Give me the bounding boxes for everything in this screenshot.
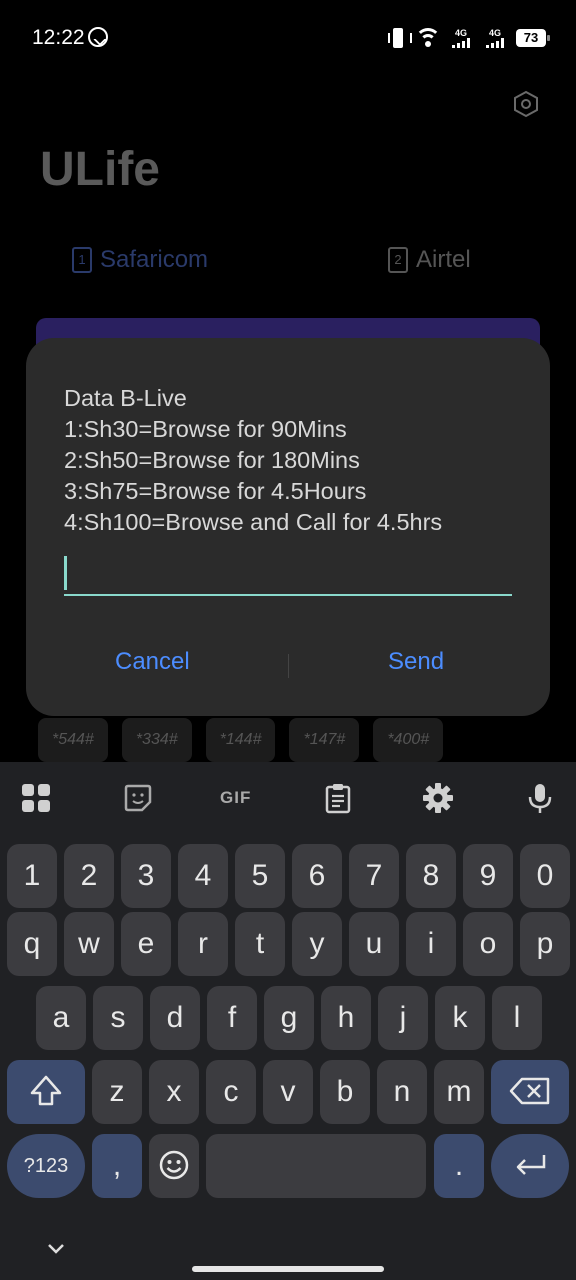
key-x[interactable]: x [149, 1060, 199, 1124]
ussd-code-chip[interactable]: *147# [289, 718, 360, 762]
key-u[interactable]: u [349, 912, 399, 976]
message-line: 2:Sh50=Browse for 180Mins [64, 447, 360, 473]
cancel-button[interactable]: Cancel [115, 648, 190, 676]
key-s[interactable]: s [93, 986, 143, 1050]
key-5[interactable]: 5 [235, 844, 285, 908]
key-6[interactable]: 6 [292, 844, 342, 908]
key-7[interactable]: 7 [349, 844, 399, 908]
key-t[interactable]: t [235, 912, 285, 976]
backspace-icon [509, 1077, 550, 1105]
key-d[interactable]: d [150, 986, 200, 1050]
message-line: 4:Sh100=Browse and Call for 4.5hrs [64, 509, 443, 535]
wifi-icon [416, 28, 440, 48]
tab-label: Safaricom [100, 246, 209, 273]
emoji-key[interactable] [149, 1134, 199, 1198]
tab-label: Airtel [416, 246, 471, 273]
message-line: Data B-Live [64, 385, 187, 411]
tab-safaricom[interactable]: 1 Safaricom [72, 246, 208, 274]
dialog-message: Data B-Live 1:Sh30=Browse for 90Mins 2:S… [64, 383, 520, 538]
shift-arrow-icon [30, 1075, 62, 1106]
status-time: 12:22 [32, 26, 85, 49]
ussd-code-chip[interactable]: *334# [121, 718, 192, 762]
ussd-code-chip[interactable]: *544# [38, 718, 108, 762]
key-2[interactable]: 2 [64, 844, 114, 908]
key-b[interactable]: b [320, 1060, 370, 1124]
key-m[interactable]: m [434, 1060, 484, 1124]
key-4[interactable]: 4 [178, 844, 228, 908]
signal-icon-sim1: 4G [448, 28, 474, 48]
key-y[interactable]: y [292, 912, 342, 976]
ussd-codes-row: *544# *334# *144# *147# *400# [38, 718, 444, 762]
key-q[interactable]: q [7, 912, 57, 976]
ussd-code-chip[interactable]: *400# [373, 718, 444, 762]
key-l[interactable]: l [492, 986, 542, 1050]
settings-hex-icon [514, 90, 538, 118]
key-g[interactable]: g [264, 986, 314, 1050]
ussd-dialog: Data B-Live 1:Sh30=Browse for 90Mins 2:S… [26, 338, 550, 716]
key-z[interactable]: z [92, 1060, 142, 1124]
key-j[interactable]: j [378, 986, 428, 1050]
sim-1-icon: 1 [72, 247, 92, 273]
key-i[interactable]: i [406, 912, 456, 976]
enter-key[interactable] [491, 1134, 569, 1198]
key-e[interactable]: e [121, 912, 171, 976]
period-key[interactable]: . [434, 1134, 484, 1198]
key-v[interactable]: v [263, 1060, 313, 1124]
status-bar: 12:22 4G 4G 73 [0, 0, 576, 76]
gif-button[interactable]: GIF [220, 788, 251, 808]
key-1[interactable]: 1 [7, 844, 57, 908]
key-o[interactable]: o [463, 912, 513, 976]
status-icons: 4G 4G 73 [388, 24, 550, 52]
sticker-icon[interactable] [122, 782, 154, 814]
emoji-icon [159, 1150, 189, 1180]
backspace-key[interactable] [491, 1060, 569, 1124]
key-c[interactable]: c [206, 1060, 256, 1124]
keyboard-toolbar: GIF [0, 762, 576, 830]
microphone-icon[interactable] [524, 782, 556, 814]
key-k[interactable]: k [435, 986, 485, 1050]
key-3[interactable]: 3 [121, 844, 171, 908]
message-line: 1:Sh30=Browse for 90Mins [64, 416, 347, 442]
clipboard-icon[interactable] [322, 782, 354, 814]
key-p[interactable]: p [520, 912, 570, 976]
space-bar[interactable] [206, 1134, 426, 1198]
key-w[interactable]: w [64, 912, 114, 976]
app-title: ULife [40, 143, 160, 196]
whatsapp-notification-icon [88, 27, 108, 47]
key-8[interactable]: 8 [406, 844, 456, 908]
network-type-label: 4G [488, 28, 501, 38]
enter-arrow-icon [516, 1155, 546, 1175]
battery-icon: 73 [516, 29, 550, 47]
symbols-key[interactable]: ?123 [7, 1134, 85, 1198]
ussd-code-chip[interactable]: *144# [205, 718, 276, 762]
dialog-actions: Cancel Send [26, 648, 550, 684]
key-a[interactable]: a [36, 986, 86, 1050]
key-r[interactable]: r [178, 912, 228, 976]
gear-icon[interactable] [422, 782, 454, 814]
vibrate-icon [388, 28, 412, 48]
tab-airtel[interactable]: 2 Airtel [388, 246, 471, 274]
apps-grid-icon[interactable] [20, 782, 52, 814]
message-line: 3:Sh75=Browse for 4.5Hours [64, 478, 367, 504]
key-f[interactable]: f [207, 986, 257, 1050]
network-type-label: 4G [454, 28, 467, 38]
key-9[interactable]: 9 [463, 844, 513, 908]
send-button[interactable]: Send [388, 648, 444, 676]
home-indicator[interactable] [192, 1266, 384, 1272]
button-divider [288, 654, 289, 678]
comma-key[interactable]: , [92, 1134, 142, 1198]
signal-icon-sim2: 4G [482, 28, 508, 48]
key-0[interactable]: 0 [520, 844, 570, 908]
key-h[interactable]: h [321, 986, 371, 1050]
ussd-reply-input[interactable] [64, 556, 512, 596]
shift-key[interactable] [7, 1060, 85, 1124]
key-n[interactable]: n [377, 1060, 427, 1124]
hide-keyboard-chevron-icon[interactable] [46, 1238, 66, 1258]
soft-keyboard: GIF 1 2 3 4 5 6 7 8 9 0 q w e r t y u i … [0, 762, 576, 1280]
sim-2-icon: 2 [388, 247, 408, 273]
